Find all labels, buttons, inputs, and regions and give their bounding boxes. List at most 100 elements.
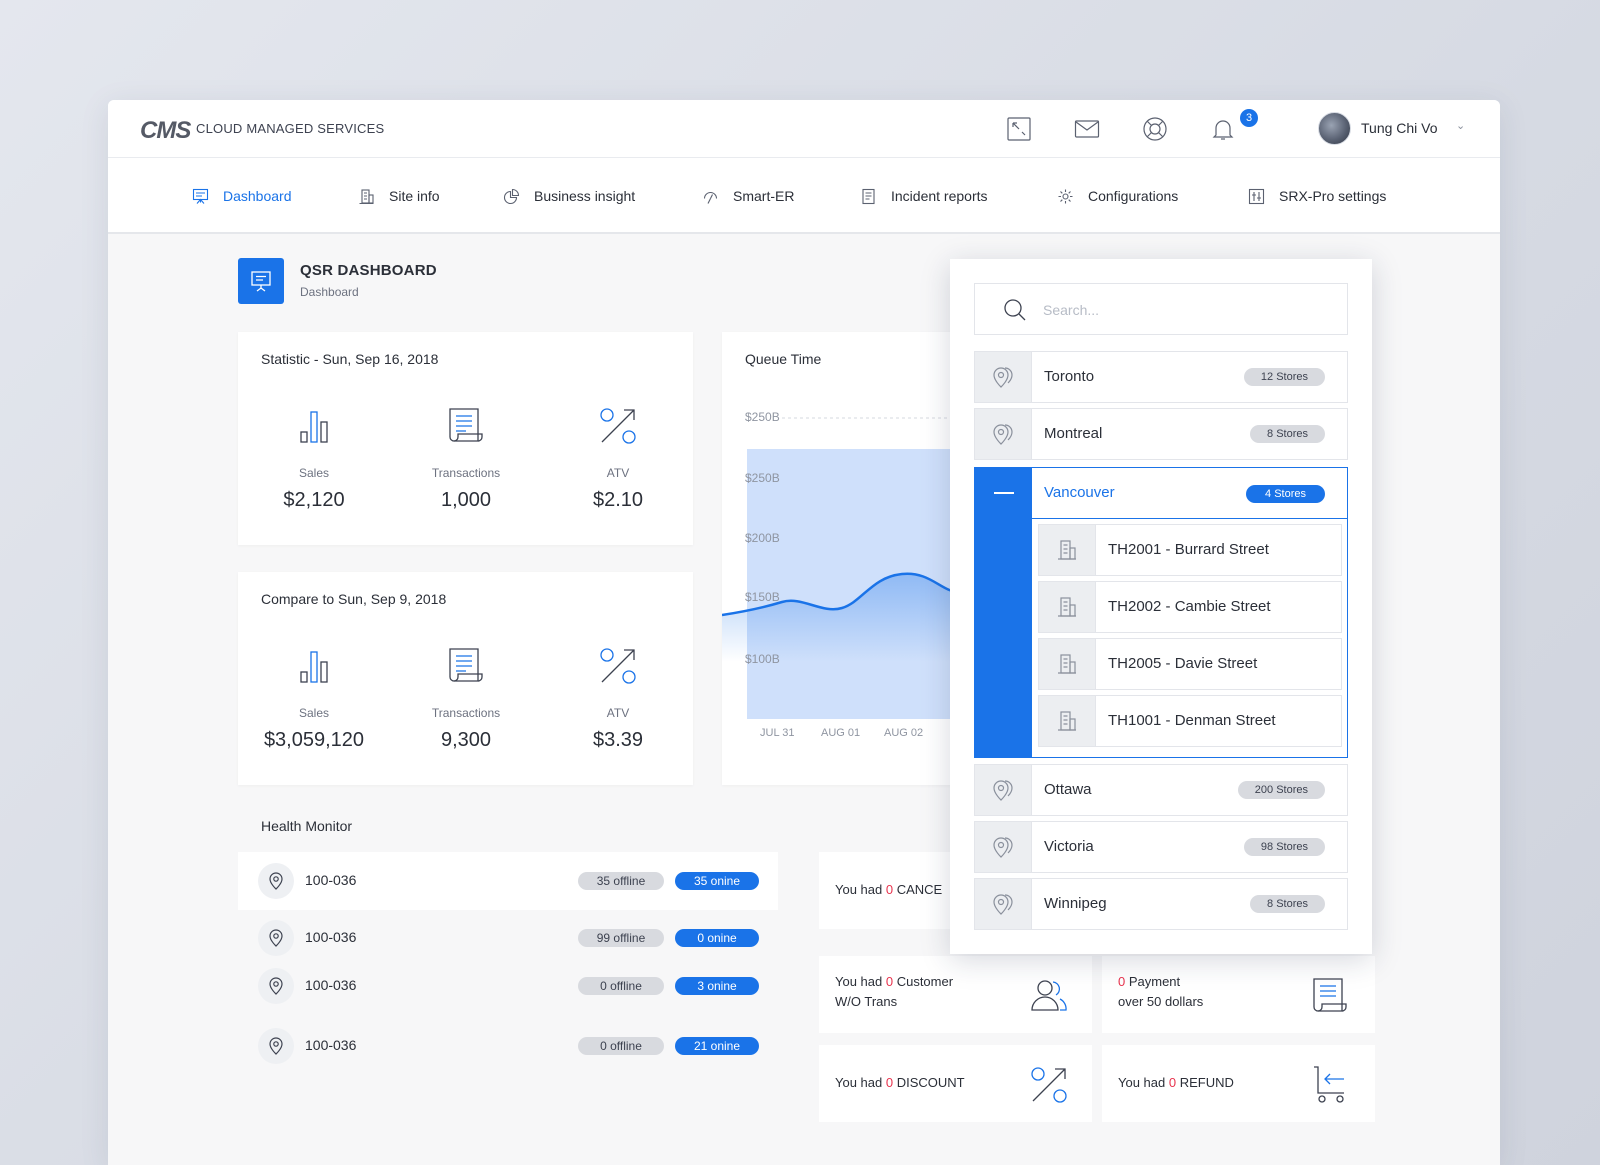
nav-srx-pro-settings[interactable]: SRX-Pro settings	[1248, 185, 1386, 207]
payment-alert-card[interactable]: 0 Payment over 50 dollars	[1102, 956, 1375, 1033]
offline-badge: 99 offline	[578, 929, 664, 947]
alert-text: You had 0 REFUND	[1118, 1075, 1234, 1090]
location-item-ottawa[interactable]: Ottawa 200 Stores	[974, 764, 1348, 816]
bell-icon[interactable]	[1210, 116, 1236, 142]
location-pin-icon	[975, 879, 1032, 929]
nav-label: Dashboard	[223, 188, 292, 204]
settings-grid-icon	[1248, 188, 1265, 204]
x-tick: AUG 01	[821, 727, 861, 739]
nav-label: Configurations	[1088, 188, 1179, 204]
location-pin-icon	[975, 765, 1032, 815]
stat-label: Sales	[298, 466, 330, 480]
nav-smart-er[interactable]: Smart-ER	[702, 185, 794, 207]
nav-label: Incident reports	[891, 188, 988, 204]
stat-atv: ATV $3.39	[548, 644, 688, 752]
location-pin-icon	[975, 409, 1032, 459]
user-name[interactable]: Tung Chi Vo	[1361, 120, 1438, 136]
nav-incident-reports[interactable]: Incident reports	[860, 185, 988, 207]
health-row[interactable]: 100-036 35 offline 35 onine	[238, 852, 778, 910]
nav-label: Business insight	[534, 188, 636, 204]
store-name: TH1001 - Denman Street	[1108, 712, 1276, 729]
offline-badge: 0 offline	[578, 1037, 664, 1055]
nav-business-insight[interactable]: Business insight	[503, 185, 635, 207]
card-title: Compare to Sun, Sep 9, 2018	[261, 591, 447, 607]
percent-icon	[600, 648, 636, 684]
location-item-toronto[interactable]: Toronto 12 Stores	[974, 351, 1348, 403]
divider	[1032, 518, 1347, 519]
nav-label: Smart-ER	[733, 188, 795, 204]
minus-icon	[994, 492, 1014, 494]
stat-value: $2.10	[592, 489, 644, 511]
card-title: Statistic - Sun, Sep 16, 2018	[261, 351, 439, 367]
building-icon	[1039, 582, 1096, 632]
store-item[interactable]: TH2005 - Davie Street	[1038, 638, 1342, 690]
y-tick: $200B	[745, 531, 780, 545]
online-badge: 35 onine	[675, 872, 759, 890]
percent-icon	[600, 408, 636, 444]
y-tick: $150B	[745, 590, 780, 604]
chevron-down-icon[interactable]: ⌄	[1456, 119, 1465, 132]
location-item-victoria[interactable]: Victoria 98 Stores	[974, 821, 1348, 873]
store-item[interactable]: TH2002 - Cambie Street	[1038, 581, 1342, 633]
building-icon	[359, 188, 374, 204]
collapse-toggle[interactable]	[975, 468, 1032, 757]
stat-sales: Sales $3,059,120	[244, 644, 384, 752]
location-pin-icon	[258, 863, 294, 899]
bar-chart-icon	[300, 411, 328, 443]
nav-configurations[interactable]: Configurations	[1057, 185, 1178, 207]
breadcrumb[interactable]: Dashboard	[300, 285, 359, 299]
search-input[interactable]: Search...	[974, 283, 1348, 335]
dashboard-icon	[238, 258, 284, 304]
nav-site-info[interactable]: Site info	[358, 185, 440, 207]
location-item-vancouver-expanded[interactable]: Vancouver 4 Stores TH2001 - Burrard Stre…	[974, 467, 1348, 758]
store-count-badge: 8 Stores	[1250, 425, 1325, 443]
avatar[interactable]	[1318, 112, 1351, 145]
y-tick: $250B	[745, 471, 780, 485]
store-count-badge: 8 Stores	[1250, 895, 1325, 913]
receipt-icon	[1313, 978, 1347, 1012]
stat-transactions: Transactions 9,300	[396, 644, 536, 752]
store-name: TH2005 - Davie Street	[1108, 655, 1258, 672]
nav-label: Site info	[389, 188, 440, 204]
health-monitor-title: Health Monitor	[261, 818, 353, 834]
store-name: TH2002 - Cambie Street	[1108, 598, 1271, 615]
stat-label: ATV	[606, 706, 630, 720]
stat-label: Transactions	[431, 706, 501, 720]
building-icon	[1039, 639, 1096, 689]
online-badge: 21 onine	[675, 1037, 759, 1055]
brand-name: CLOUD MANAGED SERVICES	[196, 121, 385, 136]
location-item-winnipeg[interactable]: Winnipeg 8 Stores	[974, 878, 1348, 930]
nav-label: SRX-Pro settings	[1279, 188, 1387, 204]
discount-alert-card[interactable]: You had 0 DISCOUNT	[819, 1045, 1092, 1122]
report-icon	[862, 188, 875, 204]
fullscreen-icon[interactable]	[1006, 116, 1032, 142]
main-nav: Dashboard Site info Business insight Sma…	[108, 158, 1500, 234]
logo[interactable]: CMS	[140, 117, 191, 145]
location-item-montreal[interactable]: Montreal 8 Stores	[974, 408, 1348, 460]
stat-label: Transactions	[431, 466, 501, 480]
building-icon	[1039, 525, 1096, 575]
health-row[interactable]: 100-036 0 offline 3 onine	[238, 957, 778, 1015]
pie-chart-icon	[503, 188, 520, 204]
support-icon[interactable]	[1142, 116, 1168, 142]
gauge-icon	[703, 191, 718, 204]
stat-value: $3,059,120	[263, 729, 365, 751]
store-count-badge: 98 Stores	[1243, 838, 1325, 856]
stat-value: 1,000	[440, 489, 492, 511]
store-item[interactable]: TH2001 - Burrard Street	[1038, 524, 1342, 576]
customer-alert-card[interactable]: You had 0 Customer W/O Trans	[819, 956, 1092, 1033]
bar-chart-icon	[300, 651, 328, 683]
online-badge: 3 onine	[675, 977, 759, 995]
store-name: TH2001 - Burrard Street	[1108, 541, 1269, 558]
location-pin-icon	[258, 968, 294, 1004]
refund-alert-card[interactable]: You had 0 REFUND	[1102, 1045, 1375, 1122]
store-count-badge: 200 Stores	[1237, 781, 1325, 799]
nav-dashboard[interactable]: Dashboard	[192, 185, 292, 207]
search-icon	[1004, 299, 1026, 321]
store-item[interactable]: TH1001 - Denman Street	[1038, 695, 1342, 747]
health-row[interactable]: 100-036 0 offline 21 onine	[238, 1017, 778, 1075]
notification-badge: 3	[1240, 109, 1258, 127]
mail-icon[interactable]	[1074, 116, 1100, 142]
search-placeholder: Search...	[1043, 302, 1100, 318]
compare-card: Compare to Sun, Sep 9, 2018 Sales $3,059…	[238, 572, 693, 785]
